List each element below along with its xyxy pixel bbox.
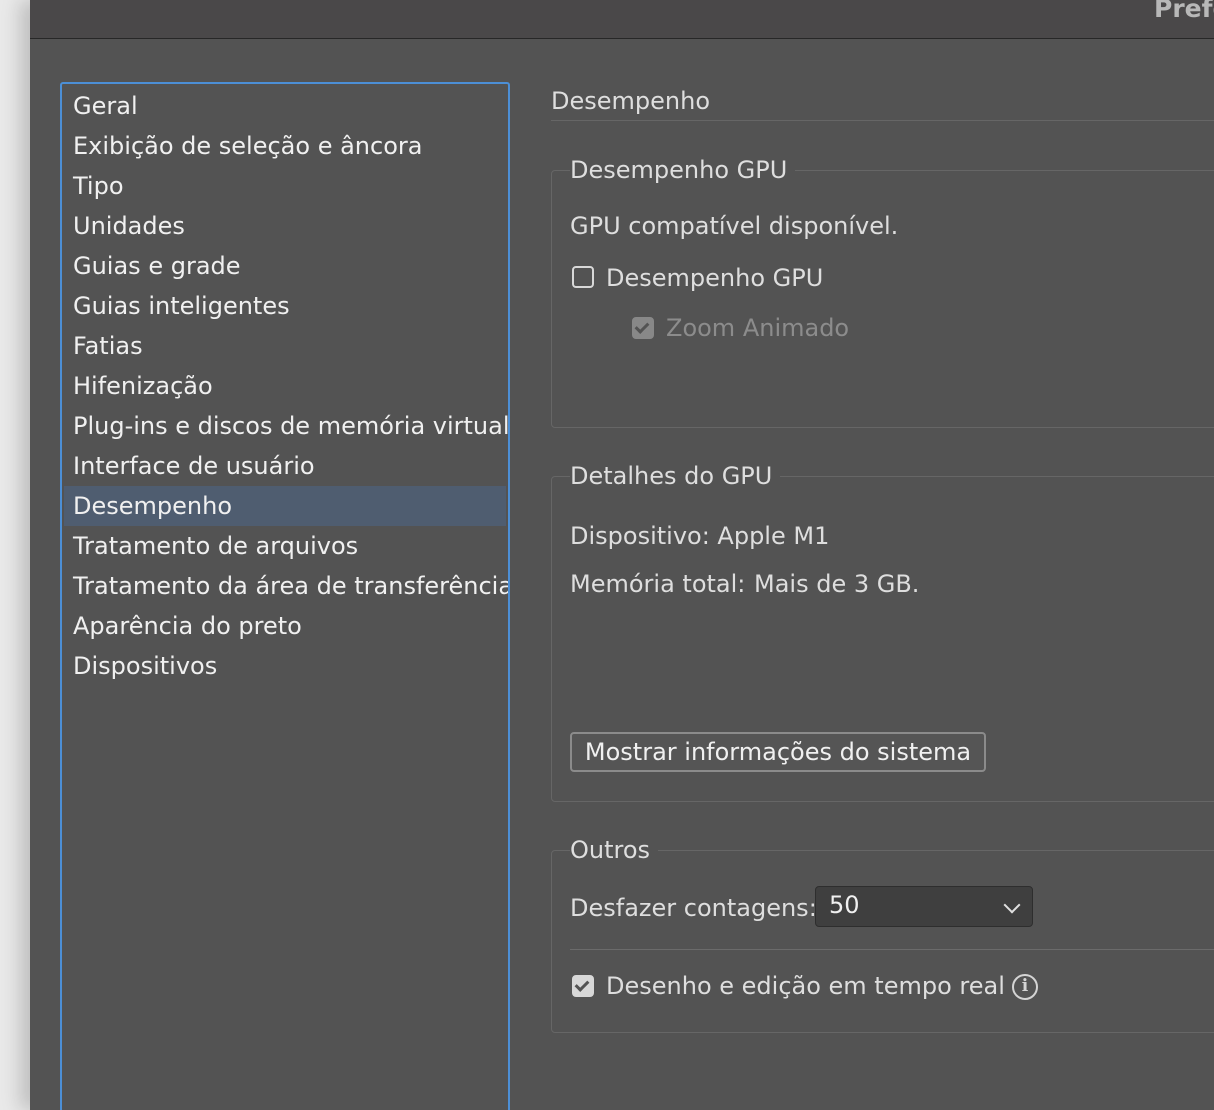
- title-bar: Prefe: [30, 0, 1214, 39]
- page-title: Desempenho: [551, 87, 710, 115]
- undo-counts-value: 50: [829, 891, 860, 919]
- animated-zoom-checkbox: [632, 317, 654, 339]
- sidebar-item-area-transferencia[interactable]: Tratamento da área de transferência: [64, 566, 508, 606]
- preferences-sidebar: Geral Exibição de seleção e âncora Tipo …: [60, 82, 510, 1110]
- sidebar-item-exibicao-selecao-ancora[interactable]: Exibição de seleção e âncora: [64, 126, 506, 166]
- gpu-memory-value: Mais de 3 GB.: [754, 570, 920, 598]
- sidebar-item-tratamento-arquivos[interactable]: Tratamento de arquivos: [64, 526, 506, 566]
- live-drawing-label[interactable]: Desenho e edição em tempo real: [606, 972, 1005, 1000]
- undo-counts-select[interactable]: 50: [815, 886, 1033, 927]
- live-drawing-checkbox[interactable]: [572, 975, 594, 997]
- window-title: Prefe: [1154, 0, 1214, 23]
- sidebar-item-guias-inteligentes[interactable]: Guias inteligentes: [64, 286, 506, 326]
- preferences-window: Prefe Geral Exibição de seleção e âncora…: [30, 0, 1214, 1110]
- sidebar-item-interface-usuario[interactable]: Interface de usuário: [64, 446, 506, 486]
- checkmark-icon: [634, 319, 650, 334]
- sidebar-item-fatias[interactable]: Fatias: [64, 326, 506, 366]
- gpu-details-title: Detalhes do GPU: [570, 462, 781, 490]
- gpu-performance-group: [551, 170, 1214, 428]
- sidebar-item-guias-grade[interactable]: Guias e grade: [64, 246, 506, 286]
- sidebar-item-hifenizacao[interactable]: Hifenização: [64, 366, 506, 406]
- others-divider: [570, 949, 1214, 950]
- gpu-performance-checkbox[interactable]: [572, 266, 594, 288]
- heading-divider: [551, 120, 1214, 121]
- others-group: [551, 850, 1214, 1033]
- gpu-memory-label: Memória total:: [570, 570, 746, 598]
- animated-zoom-label: Zoom Animado: [666, 314, 850, 342]
- sidebar-item-aparencia-preto[interactable]: Aparência do preto: [64, 606, 506, 646]
- sidebar-item-plugins-memoria-virtual[interactable]: Plug-ins e discos de memória virtual: [64, 406, 508, 446]
- sidebar-item-geral[interactable]: Geral: [64, 86, 506, 126]
- gpu-device-text: Dispositivo: Apple M1: [570, 522, 830, 550]
- chevron-down-icon: [1003, 896, 1021, 914]
- gpu-performance-title: Desempenho GPU: [570, 156, 796, 184]
- undo-counts-label: Desfazer contagens:: [570, 894, 817, 922]
- sidebar-item-desempenho[interactable]: Desempenho: [64, 486, 506, 526]
- sidebar-item-unidades[interactable]: Unidades: [64, 206, 506, 246]
- sidebar-item-dispositivos[interactable]: Dispositivos: [64, 646, 506, 686]
- info-icon[interactable]: i: [1012, 974, 1038, 1000]
- show-system-info-button[interactable]: Mostrar informações do sistema: [570, 732, 986, 772]
- gpu-performance-checkbox-label[interactable]: Desempenho GPU: [606, 264, 823, 292]
- others-title: Outros: [570, 836, 659, 864]
- gpu-status-text: GPU compatível disponível.: [570, 212, 899, 240]
- sidebar-item-tipo[interactable]: Tipo: [64, 166, 506, 206]
- checkmark-icon: [574, 977, 590, 992]
